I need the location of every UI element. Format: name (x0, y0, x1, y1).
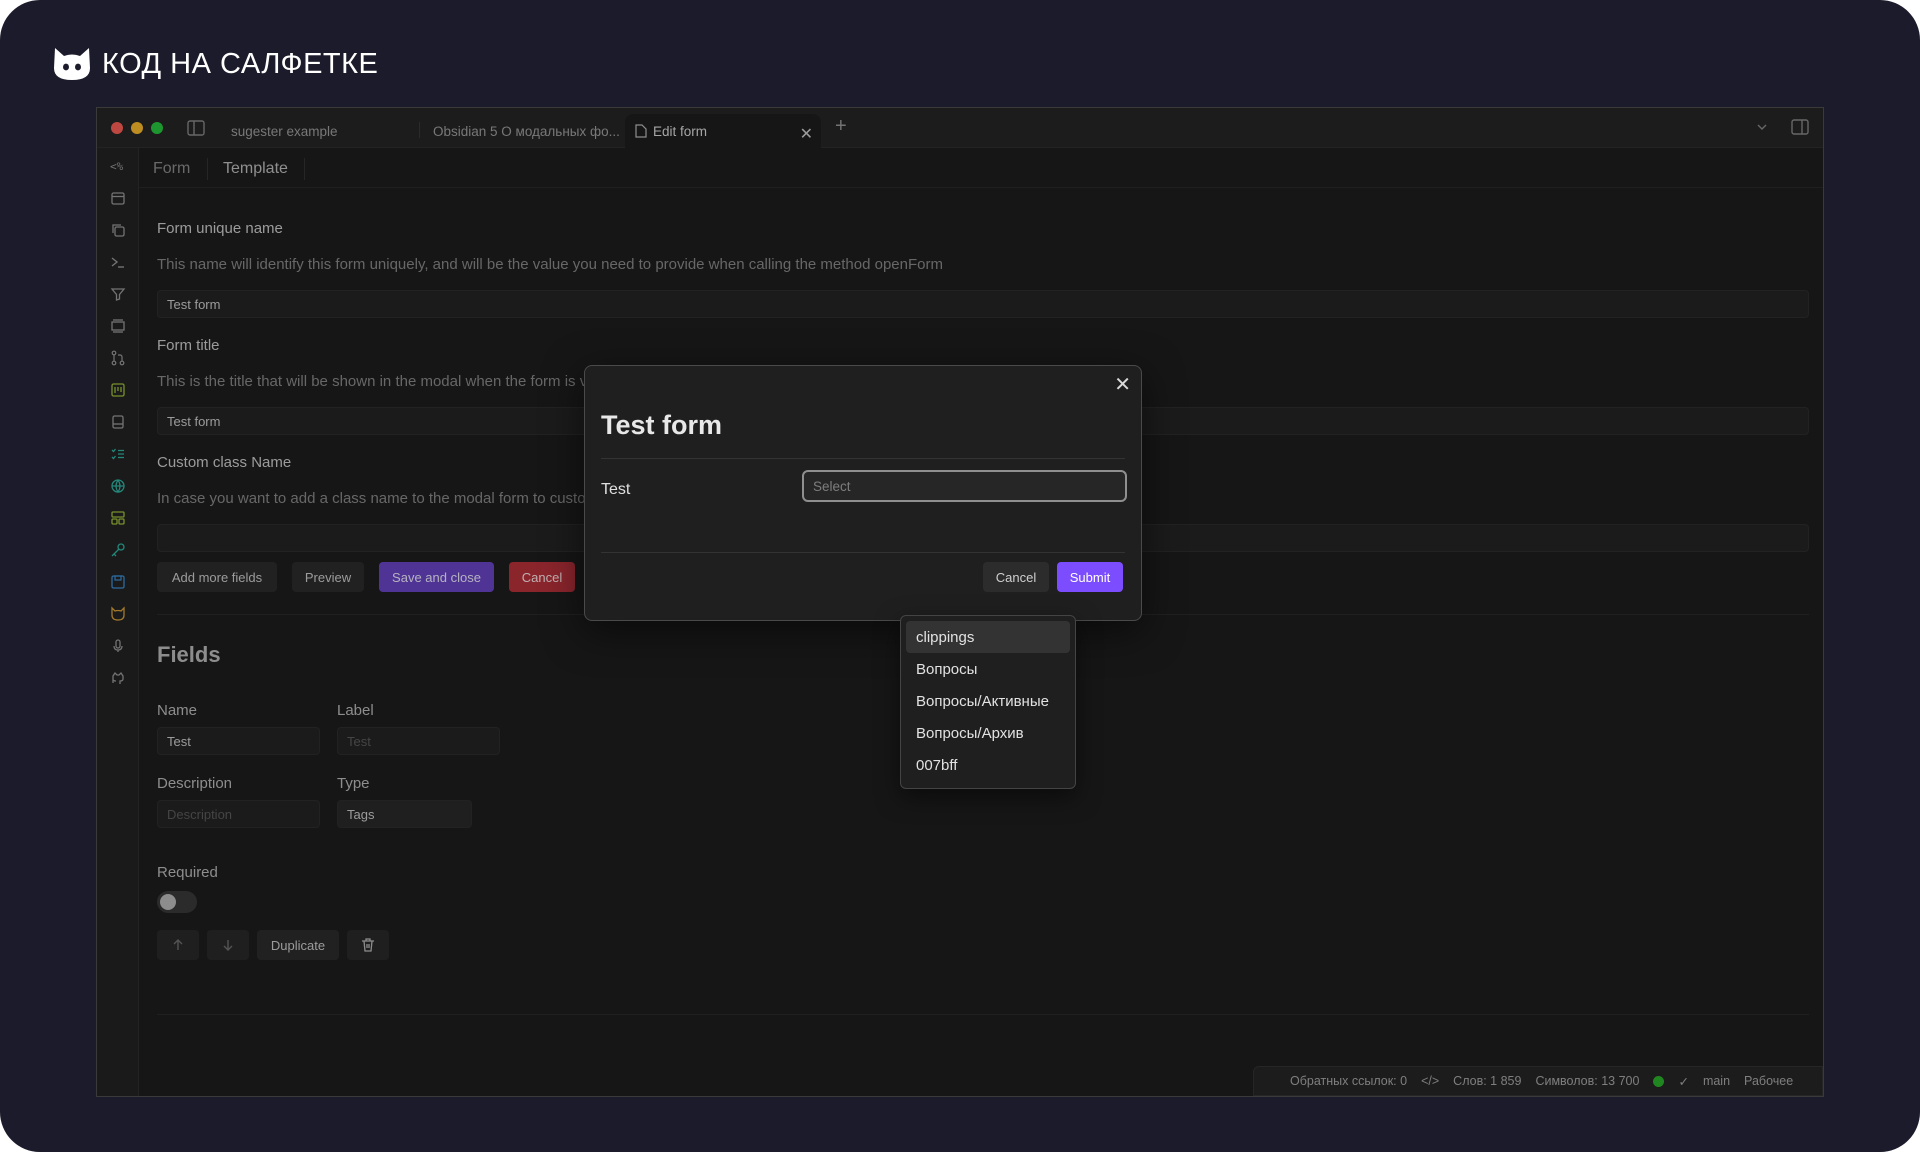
modal-title: Test form (601, 410, 723, 440)
list-item[interactable]: clippings (906, 621, 1070, 653)
list-item[interactable]: Вопросы (906, 653, 1070, 685)
divider (601, 552, 1125, 553)
brand: КОД НА САЛФЕТКЕ (52, 44, 378, 84)
suggestion-dropdown: clippings Вопросы Вопросы/Активные Вопро… (900, 615, 1076, 789)
screenshot-frame: КОД НА САЛФЕТКЕ sugester example Obsidia… (0, 0, 1920, 1152)
list-item[interactable]: 007bff (906, 749, 1070, 781)
brand-title: КОД НА САЛФЕТКЕ (102, 47, 379, 80)
modal-field-label: Test (601, 481, 631, 498)
modal-cancel-button[interactable]: Cancel (983, 562, 1049, 592)
tags-select-input[interactable]: Select (802, 470, 1127, 502)
close-icon[interactable]: ✕ (1114, 372, 1131, 397)
test-form-modal: ✕ Test form Test Select Cancel Submit (584, 365, 1142, 621)
divider (601, 458, 1125, 459)
modal-submit-button[interactable]: Submit (1057, 562, 1123, 592)
cat-face-icon (54, 48, 90, 80)
list-item[interactable]: Вопросы/Архив (906, 717, 1070, 749)
list-item[interactable]: Вопросы/Активные (906, 685, 1070, 717)
